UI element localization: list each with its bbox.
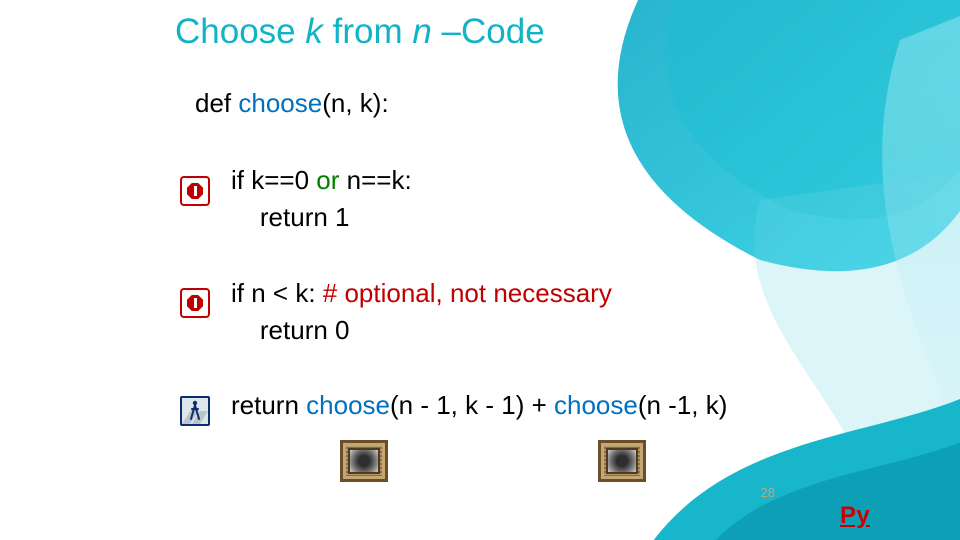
- title-text-pre: Choose: [175, 12, 305, 51]
- ret3-mid: (n - 1, k - 1) +: [390, 390, 554, 420]
- slide: Choose k from n –Code def choose(n, k): …: [0, 0, 960, 540]
- recursion-tunnel-icon: [598, 440, 646, 482]
- code-line-ret1: return 1: [231, 202, 875, 233]
- page-number: 28: [761, 485, 775, 500]
- slide-title: Choose k from n –Code: [175, 12, 545, 52]
- title-k: k: [305, 12, 323, 51]
- stop-sign-icon: [180, 288, 210, 318]
- title-text-post: –Code: [432, 12, 545, 51]
- code-line-if2: if n < k: # optional, not necessary: [231, 278, 875, 309]
- python-tutor-link[interactable]: Py: [840, 502, 870, 530]
- if1-a: if k==0: [231, 165, 316, 195]
- code-line-ret2: return 0: [231, 315, 875, 346]
- comment: # optional, not necessary: [323, 278, 612, 308]
- fn-name: choose: [238, 88, 322, 118]
- kw-or: or: [316, 165, 339, 195]
- ret3-fn2: choose: [554, 390, 638, 420]
- code-line-ret3: return choose(n - 1, k - 1) + choose(n -…: [231, 390, 875, 421]
- pedestrian-crossing-icon: [180, 396, 210, 426]
- code-line-def: def choose(n, k):: [195, 88, 875, 119]
- def-sig: (n, k):: [322, 88, 388, 118]
- ret3-end: (n -1, k): [638, 390, 728, 420]
- title-text-mid: from: [323, 12, 412, 51]
- title-n: n: [412, 12, 431, 51]
- code-line-if1: if k==0 or n==k:: [231, 165, 875, 196]
- ret3-a: return: [231, 390, 306, 420]
- recursion-tunnel-icon: [340, 440, 388, 482]
- kw-def: def: [195, 88, 238, 118]
- if1-b: n==k:: [339, 165, 411, 195]
- code-block: def choose(n, k): if k==0 or n==k: retur…: [195, 88, 875, 427]
- stop-sign-icon: [180, 176, 210, 206]
- if2-a: if n < k:: [231, 278, 323, 308]
- ret3-fn1: choose: [306, 390, 390, 420]
